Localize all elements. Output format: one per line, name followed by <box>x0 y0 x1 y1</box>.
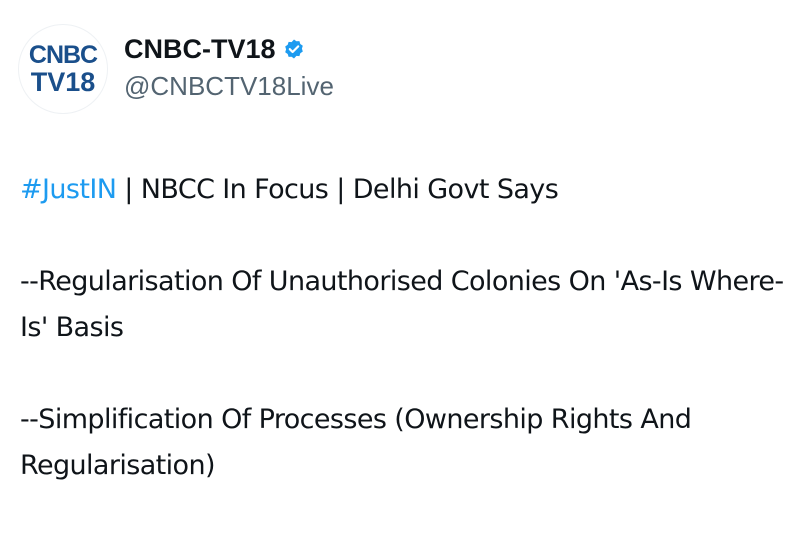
hashtag-link[interactable]: #JustIN <box>20 174 117 205</box>
avatar-logo-bottom: TV18 <box>30 66 96 97</box>
author-handle[interactable]: @CNBCTV18Live <box>124 71 334 102</box>
verified-badge-icon[interactable] <box>282 38 306 62</box>
tweet-point-1: --Regularisation Of Unauthorised Colonie… <box>20 266 784 343</box>
tweet-card: CNBC TV18 CNBC-TV18 @CNBCTV18Live #JustI… <box>0 0 800 507</box>
avatar[interactable]: CNBC TV18 <box>18 24 108 114</box>
tweet-text: #JustIN | NBCC In Focus | Delhi Govt Say… <box>20 167 790 535</box>
display-name[interactable]: CNBC-TV18 <box>124 34 276 65</box>
avatar-logo-top-text: CNBC <box>28 40 98 69</box>
tweet-header: CNBC TV18 CNBC-TV18 @CNBCTV18Live <box>18 24 334 114</box>
tweet-headline: #JustIN | NBCC In Focus | Delhi Govt Say… <box>20 167 790 213</box>
author-names: CNBC-TV18 @CNBCTV18Live <box>124 24 334 102</box>
headline-text: | NBCC In Focus | Delhi Govt Says <box>116 174 559 205</box>
tweet-point-2: --Simplification Of Processes (Ownership… <box>20 404 692 481</box>
avatar-logo-top: CNBC <box>28 40 98 69</box>
display-name-row: CNBC-TV18 <box>124 34 334 65</box>
